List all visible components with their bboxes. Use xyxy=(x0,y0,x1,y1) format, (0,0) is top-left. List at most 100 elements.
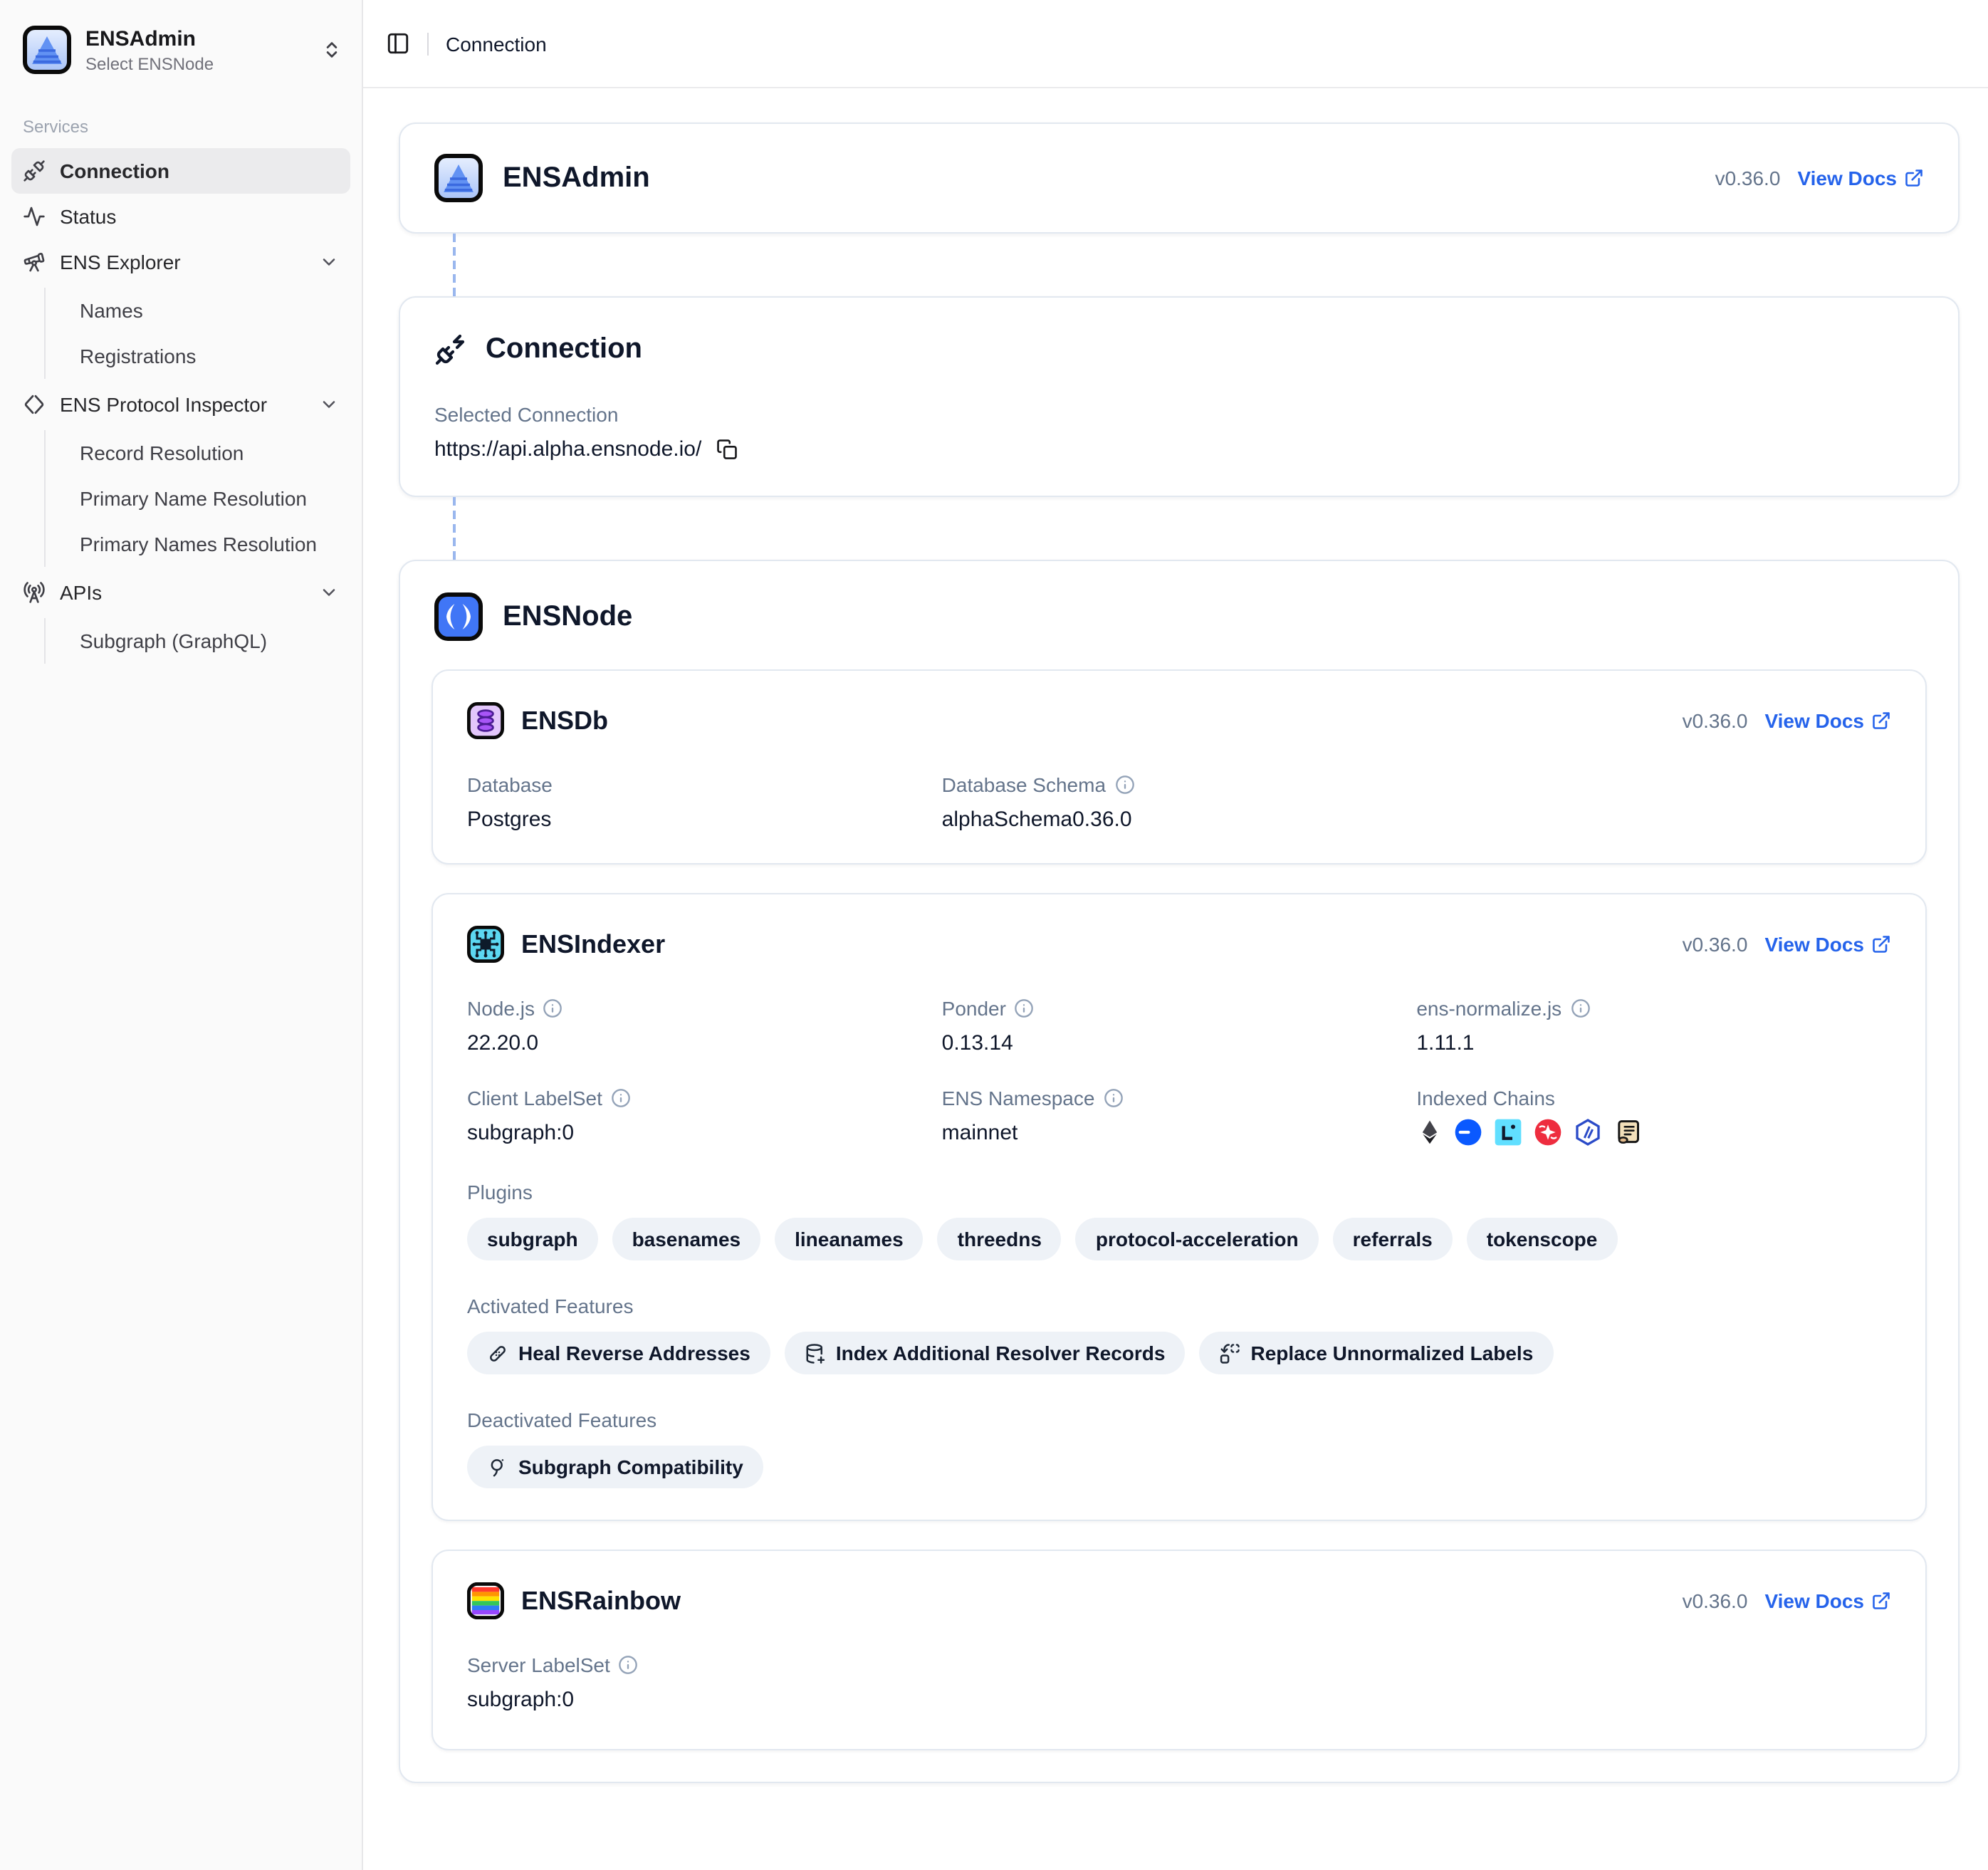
replace-icon xyxy=(1220,1342,1241,1364)
view-docs-label: View Docs xyxy=(1764,933,1864,956)
sidebar-item-primary-name-resolution[interactable]: Primary Name Resolution xyxy=(68,476,350,521)
sidebar-item-label: Names xyxy=(80,299,143,322)
chevron-down-icon xyxy=(319,252,339,272)
sidebar-item-apis[interactable]: APIs xyxy=(11,570,350,615)
card-title: ENSRainbow xyxy=(521,1586,681,1616)
activated-features-list: Heal Reverse Addresses Index Additional … xyxy=(467,1332,1891,1374)
sidebar-item-names[interactable]: Names xyxy=(68,288,350,333)
breadcrumb: Connection xyxy=(446,32,547,55)
ensdb-card: ENSDb v0.36.0 View Docs Database xyxy=(431,669,1927,865)
version-badge: v0.36.0 xyxy=(1715,167,1781,189)
main-area: Connection ENSAdmin v0.36.0 xyxy=(363,0,1988,1870)
feature-chip-replace-unnormalized-labels: Replace Unnormalized Labels xyxy=(1200,1332,1554,1374)
database-plus-icon xyxy=(805,1342,826,1364)
deactivated-features-list: Subgraph Compatibility xyxy=(467,1446,1891,1488)
field-label: Database Schema xyxy=(942,773,1106,796)
unplug-icon xyxy=(23,160,46,182)
field-ens-normalize: ens-normalize.js 1.11.1 xyxy=(1416,997,1891,1055)
version-badge: v0.36.0 xyxy=(1683,1589,1748,1612)
plugin-chip: tokenscope xyxy=(1467,1218,1618,1260)
field-ponder: Ponder 0.13.14 xyxy=(942,997,1417,1055)
card-title: Connection xyxy=(486,333,642,365)
ensdb-logo-icon xyxy=(467,702,504,739)
chevrons-up-down-icon[interactable] xyxy=(322,40,342,60)
sidebar-item-ens-protocol-inspector[interactable]: ENS Protocol Inspector xyxy=(11,382,350,427)
feature-label: Index Additional Resolver Records xyxy=(836,1342,1166,1364)
card-title: ENSIndexer xyxy=(521,929,665,959)
sidebar-item-label: Status xyxy=(60,205,116,228)
field-value: 0.13.14 xyxy=(942,1031,1417,1055)
field-value: 22.20.0 xyxy=(467,1031,942,1055)
plugins-list: subgraph basenames lineanames threedns p… xyxy=(467,1218,1891,1260)
info-icon[interactable] xyxy=(543,998,563,1018)
field-label: Database xyxy=(467,773,942,796)
sidebar-item-label: Primary Name Resolution xyxy=(80,487,307,510)
info-icon[interactable] xyxy=(619,1655,639,1675)
chain-optimism-icon xyxy=(1533,1118,1561,1146)
view-docs-link[interactable]: View Docs xyxy=(1764,709,1891,732)
field-ens-namespace: ENS Namespace mainnet xyxy=(942,1087,1417,1146)
field-value: 1.11.1 xyxy=(1416,1031,1891,1055)
sidebar-item-subgraph-graphql[interactable]: Subgraph (GraphQL) xyxy=(68,618,350,664)
field-value: alphaSchema0.36.0 xyxy=(942,808,1417,832)
copy-icon[interactable] xyxy=(716,439,737,460)
info-icon[interactable] xyxy=(1103,1088,1123,1108)
ens-protocol-inspector-subgroup: Record Resolution Primary Name Resolutio… xyxy=(44,430,350,567)
sidebar: ENSAdmin Select ENSNode Services Connect… xyxy=(0,0,363,1870)
plugin-chip: basenames xyxy=(612,1218,761,1260)
info-icon[interactable] xyxy=(1570,998,1590,1018)
view-docs-link[interactable]: View Docs xyxy=(1764,933,1891,956)
sidebar-item-label: Registrations xyxy=(80,345,196,367)
ens-explorer-subgroup: Names Registrations xyxy=(44,288,350,379)
field-label: Ponder xyxy=(942,997,1006,1020)
ensindexer-card: ENSIndexer v0.36.0 View Docs Node. xyxy=(431,893,1927,1521)
info-icon[interactable] xyxy=(611,1088,631,1108)
ensnode-selector[interactable]: ENSAdmin Select ENSNode xyxy=(0,14,362,85)
sidebar-item-registrations[interactable]: Registrations xyxy=(68,333,350,379)
view-docs-label: View Docs xyxy=(1764,1589,1864,1612)
dashed-connector xyxy=(453,497,456,560)
chevron-down-icon xyxy=(319,583,339,602)
apis-subgroup: Subgraph (GraphQL) xyxy=(44,618,350,664)
info-icon[interactable] xyxy=(1114,775,1134,795)
sidebar-item-status[interactable]: Status xyxy=(11,194,350,239)
field-label: ENS Namespace xyxy=(942,1087,1095,1109)
field-value: subgraph:0 xyxy=(467,1688,942,1712)
view-docs-label: View Docs xyxy=(1764,709,1864,732)
sidebar-item-label: APIs xyxy=(60,581,102,604)
version-badge: v0.36.0 xyxy=(1683,709,1748,732)
deactivated-features-label: Deactivated Features xyxy=(467,1409,1891,1431)
field-client-labelset: Client LabelSet subgraph:0 xyxy=(467,1087,942,1146)
panel-left-toggle-icon[interactable] xyxy=(386,31,410,56)
radio-tower-icon xyxy=(23,581,46,604)
sidebar-item-ens-explorer[interactable]: ENS Explorer xyxy=(11,239,350,285)
chain-scroll-icon xyxy=(1613,1118,1641,1146)
field-database: Database Postgres xyxy=(467,773,942,832)
sidebar-app-title: ENSAdmin xyxy=(85,26,308,52)
ensrainbow-logo-icon xyxy=(467,1582,504,1619)
field-nodejs: Node.js 22.20.0 xyxy=(467,997,942,1055)
field-label: Client LabelSet xyxy=(467,1087,602,1109)
view-docs-link[interactable]: View Docs xyxy=(1797,167,1924,189)
sidebar-item-label: Record Resolution xyxy=(80,442,244,464)
sidebar-item-primary-names-resolution[interactable]: Primary Names Resolution xyxy=(68,521,350,567)
ensadmin-logo-icon xyxy=(23,26,71,74)
sidebar-item-connection[interactable]: Connection xyxy=(11,148,350,194)
connection-url: https://api.alpha.ensnode.io/ xyxy=(434,437,701,461)
external-link-icon xyxy=(1871,711,1891,731)
info-icon[interactable] xyxy=(1015,998,1035,1018)
view-docs-link[interactable]: View Docs xyxy=(1764,1589,1891,1612)
plug-zap-icon xyxy=(434,332,469,366)
external-link-icon xyxy=(1904,168,1924,188)
card-title: ENSNode xyxy=(503,600,632,633)
field-value: mainnet xyxy=(942,1121,1417,1145)
field-value: subgraph:0 xyxy=(467,1121,942,1145)
sidebar-item-record-resolution[interactable]: Record Resolution xyxy=(68,430,350,476)
sidebar-item-label: ENS Protocol Inspector xyxy=(60,393,267,416)
content: ENSAdmin v0.36.0 View Docs Connection S xyxy=(363,88,1988,1870)
chain-base-icon xyxy=(1453,1118,1482,1146)
diamond-icon xyxy=(23,393,46,416)
connection-card: Connection Selected Connection https://a… xyxy=(399,296,1960,497)
plugin-chip: subgraph xyxy=(467,1218,598,1260)
external-link-icon xyxy=(1871,934,1891,954)
